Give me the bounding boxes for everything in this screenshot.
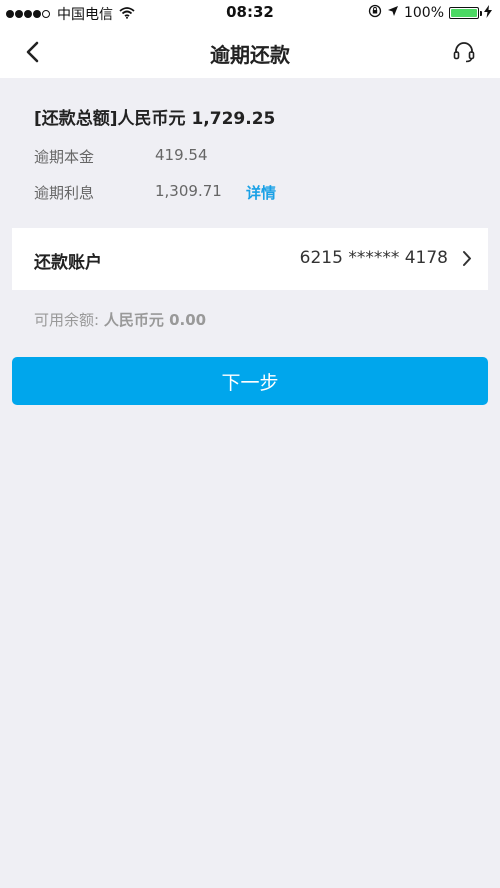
principal-value: 419.54 xyxy=(155,146,208,164)
battery-icon xyxy=(449,7,482,19)
balance-value: 人民币元 0.00 xyxy=(103,311,207,329)
nav-bar: 逾期还款 xyxy=(0,26,500,78)
repayment-summary: [还款总额]人民币元 1,729.25 逾期本金 419.54 逾期利息 1,3… xyxy=(0,78,500,218)
principal-label: 逾期本金 xyxy=(34,148,95,166)
principal-row: 逾期本金 419.54 xyxy=(34,146,474,168)
chevron-right-icon xyxy=(462,250,472,271)
status-bar: 中国电信 08:32 100% xyxy=(0,0,500,26)
interest-value: 1,309.71 xyxy=(155,182,222,200)
location-arrow-icon xyxy=(387,5,399,21)
interest-row: 逾期利息 1,309.71 详情 xyxy=(34,182,474,204)
orientation-lock-icon xyxy=(368,4,382,22)
customer-service-button[interactable] xyxy=(450,38,478,66)
battery-fill xyxy=(451,9,477,17)
interest-label: 逾期利息 xyxy=(34,184,95,202)
account-number: 6215 ****** 4178 xyxy=(299,248,448,268)
account-label: 还款账户 xyxy=(34,253,102,273)
balance-label: 可用余额: xyxy=(34,311,100,329)
battery-percent: 100% xyxy=(403,5,444,21)
repayment-account-row[interactable]: 还款账户 6215 ****** 4178 xyxy=(12,228,488,290)
status-right: 100% xyxy=(363,4,492,22)
details-link[interactable]: 详情 xyxy=(246,182,276,203)
total-amount: [还款总额]人民币元 1,729.25 xyxy=(34,109,276,129)
page-title: 逾期还款 xyxy=(210,43,290,67)
available-balance: 可用余额: 人民币元 0.00 xyxy=(34,309,206,330)
next-step-button[interactable]: 下一步 xyxy=(12,357,488,405)
headset-icon xyxy=(453,42,475,63)
charging-icon xyxy=(484,4,492,22)
